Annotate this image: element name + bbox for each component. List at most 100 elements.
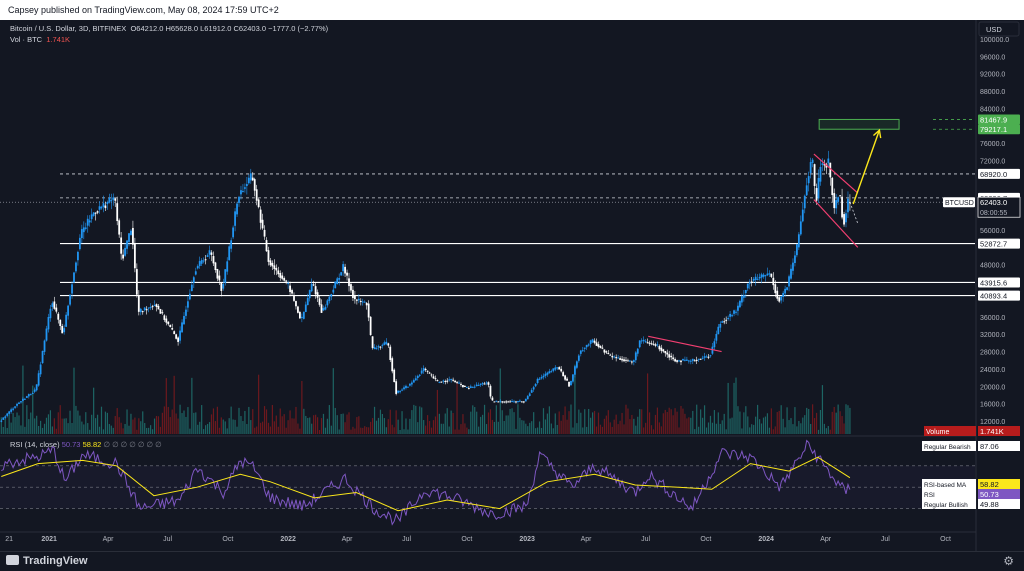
candle	[261, 219, 264, 229]
volume-bar	[403, 429, 405, 434]
volume-bar	[702, 417, 704, 434]
volume-bar	[36, 415, 38, 434]
volume-bar	[835, 412, 837, 434]
symbol-title: Bitcoin / U.S. Dollar, 3D, BITFINEX	[10, 24, 127, 33]
candle	[546, 372, 549, 375]
candle	[29, 394, 32, 396]
y-tick-label: 20000.0	[980, 384, 1005, 391]
candle	[183, 315, 185, 325]
volume-bar	[153, 418, 156, 434]
volume-bar	[497, 421, 499, 434]
candle	[522, 401, 525, 403]
volume-bar	[258, 374, 260, 434]
candle	[279, 272, 282, 278]
candle	[381, 344, 384, 346]
volume-bar	[214, 421, 217, 434]
candle	[564, 375, 566, 380]
candle	[632, 360, 635, 363]
chart-canvas[interactable]: 81467.979217.168920.063396.752872.743915…	[0, 20, 1024, 551]
candle	[786, 287, 788, 290]
volume-bar	[87, 423, 89, 434]
y-tick-label: 48000.0	[980, 263, 1005, 270]
candle	[367, 303, 370, 318]
candle	[161, 312, 164, 314]
volume-bar	[346, 414, 348, 434]
volume-bar	[538, 421, 541, 434]
volume-bar	[509, 408, 511, 434]
candle	[436, 380, 439, 382]
gear-icon[interactable]: ⚙	[1003, 554, 1014, 568]
candle	[391, 358, 394, 372]
candle	[778, 297, 781, 302]
x-tick-label: Oct	[700, 536, 711, 543]
volume-bar	[30, 412, 32, 434]
volume-bar	[324, 427, 327, 434]
tradingview-logo[interactable]: TradingView	[6, 555, 88, 567]
volume-bar	[395, 410, 397, 434]
candle	[414, 378, 417, 381]
candle	[619, 358, 621, 360]
volume-bar	[531, 421, 533, 434]
candle	[432, 376, 435, 379]
volume-bar	[430, 427, 433, 434]
candle	[656, 344, 659, 346]
volume-bar	[39, 420, 42, 434]
candle	[277, 270, 280, 275]
candle	[674, 359, 677, 362]
volume-bar	[419, 406, 421, 434]
volume-bar	[340, 413, 342, 434]
candle	[687, 360, 690, 362]
volume-bar	[812, 404, 814, 434]
volume-bar	[637, 416, 639, 434]
candle	[141, 311, 144, 313]
volume-bar	[668, 407, 670, 434]
candle	[756, 278, 759, 280]
volume-bar	[735, 377, 737, 434]
candle	[438, 381, 441, 383]
volume-bar	[666, 412, 668, 434]
volume-bar	[371, 418, 374, 434]
volume-bar	[260, 422, 262, 434]
volume-bar	[130, 413, 132, 434]
candle	[31, 393, 34, 395]
volume-bar	[224, 421, 226, 434]
volume-bar	[289, 410, 291, 434]
candle	[2, 417, 5, 420]
countdown-label: 08:00:55	[980, 210, 1007, 217]
volume-bar	[291, 418, 293, 434]
volume-bar	[417, 422, 419, 434]
candle	[338, 278, 341, 280]
volume-bar	[124, 424, 126, 434]
volume-bar	[487, 412, 490, 434]
candle	[16, 403, 18, 406]
candle	[507, 401, 510, 403]
candle	[733, 310, 735, 314]
volume-bar	[591, 412, 594, 434]
candle	[638, 340, 641, 348]
candle	[627, 360, 629, 362]
candle	[285, 280, 288, 282]
candle	[760, 274, 763, 278]
volume-bar	[218, 427, 220, 434]
volume-bar	[370, 421, 372, 434]
volume-bar	[91, 414, 93, 434]
rsi-tag: Regular Bullish	[924, 502, 968, 509]
candle	[297, 306, 299, 313]
volume-bar	[425, 425, 427, 434]
candle	[33, 389, 36, 392]
candle	[47, 316, 50, 330]
candle	[719, 323, 722, 328]
candle	[475, 384, 478, 387]
volume-bar	[819, 409, 822, 434]
candle	[595, 342, 598, 346]
candle	[132, 227, 134, 245]
x-tick-label: Jul	[402, 536, 411, 543]
volume-bar	[205, 425, 207, 434]
volume-bar	[4, 418, 6, 434]
volume-bar	[617, 424, 619, 434]
volume-bar	[690, 417, 692, 434]
volume-bar	[234, 419, 236, 434]
candle	[597, 344, 600, 347]
candle	[446, 380, 449, 382]
candle	[540, 376, 543, 379]
